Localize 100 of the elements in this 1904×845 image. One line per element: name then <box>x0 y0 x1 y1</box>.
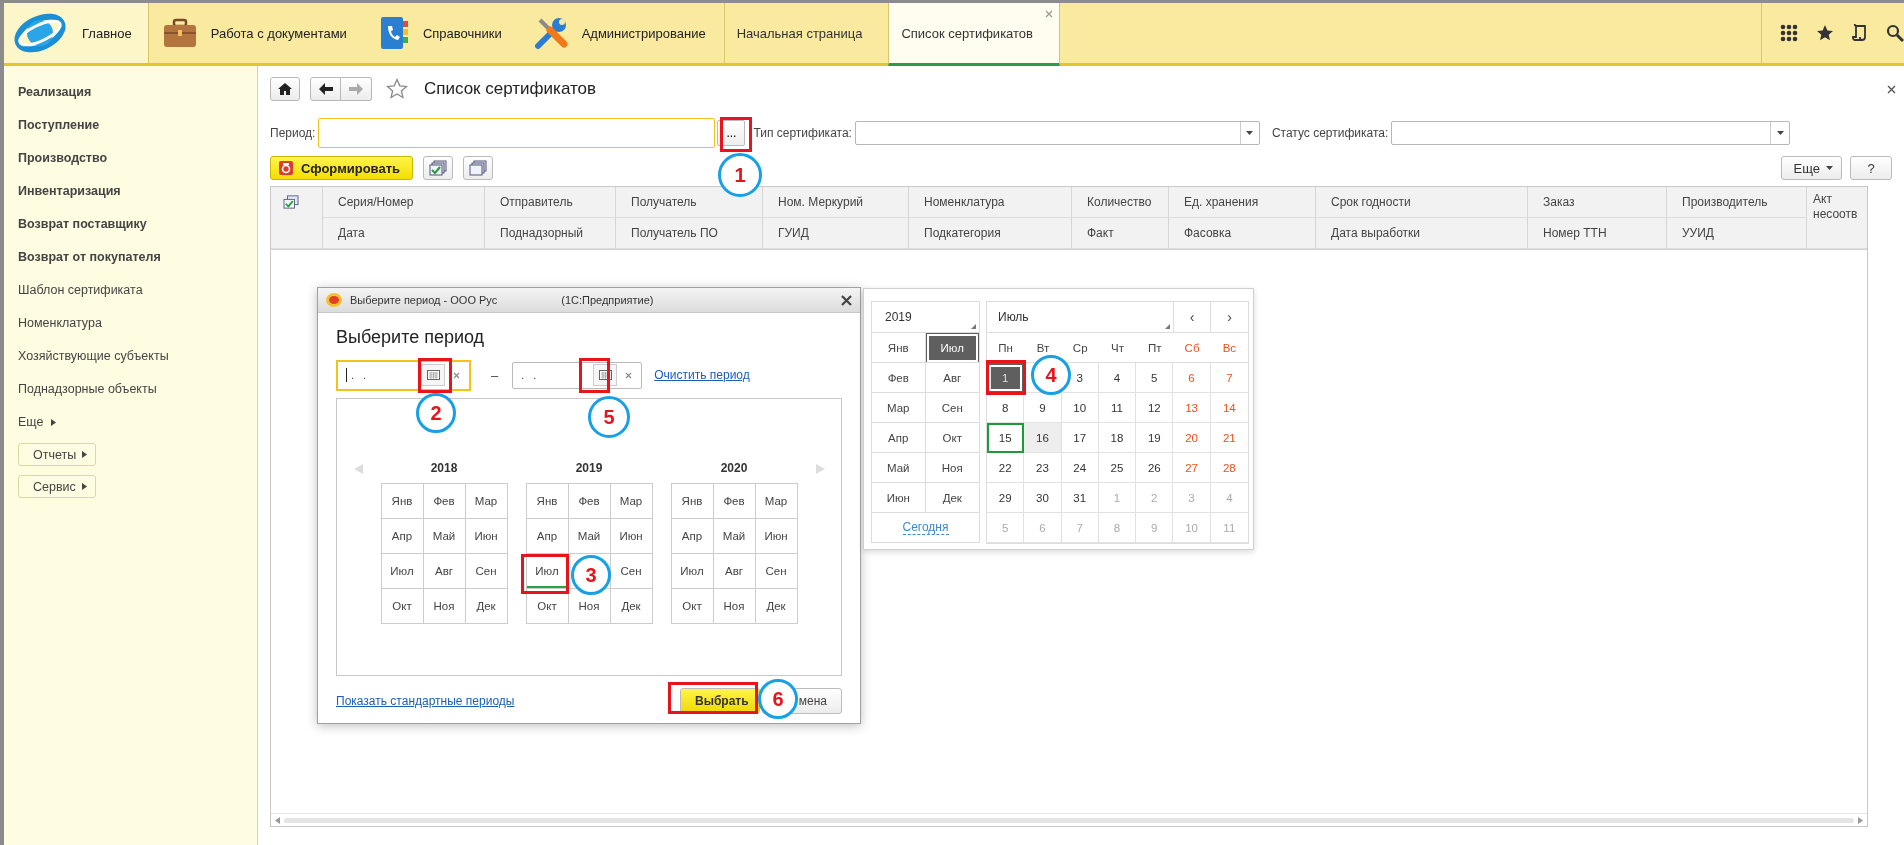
day-cell[interactable]: 16 <box>1024 423 1062 453</box>
month-cell[interactable]: Май <box>568 519 611 554</box>
horizontal-scrollbar[interactable] <box>271 813 1867 826</box>
menu-button[interactable]: Сервис <box>18 475 96 498</box>
period-field[interactable] <box>318 118 716 148</box>
month-cell[interactable]: Ноя <box>925 453 979 483</box>
more-menu[interactable]: Еще <box>18 406 57 439</box>
month-cell[interactable]: Окт <box>381 589 424 624</box>
month-cell[interactable]: Июл <box>925 333 979 363</box>
column-header[interactable]: Производитель <box>1667 187 1807 218</box>
generate-button[interactable]: Сформировать <box>270 156 414 180</box>
sidebar-link[interactable]: Производство <box>18 142 108 175</box>
day-cell[interactable]: 19 <box>1136 423 1174 453</box>
month-cell[interactable]: Июл <box>671 554 714 589</box>
day-cell[interactable]: 18 <box>1098 423 1137 453</box>
day-cell[interactable]: 20 <box>1173 423 1211 453</box>
day-cell[interactable]: 21 <box>1210 423 1248 453</box>
month-cell[interactable]: Июн <box>755 519 798 554</box>
day-cell[interactable]: 31 <box>1061 483 1099 513</box>
column-header[interactable]: Получатель ПО <box>616 218 763 249</box>
column-header[interactable]: Серия/Номер <box>323 187 485 218</box>
day-cell[interactable]: 17 <box>1061 423 1099 453</box>
day-cell[interactable]: 15 <box>987 423 1025 453</box>
sidebar-link[interactable]: Поступление <box>18 109 100 142</box>
deselect-all-button[interactable] <box>463 156 494 180</box>
month-cell[interactable]: Фев <box>713 484 756 519</box>
month-cell[interactable]: Май <box>713 519 756 554</box>
month-cell[interactable]: Апр <box>671 519 714 554</box>
column-header[interactable]: ГУИД <box>763 218 909 249</box>
dropdown-field[interactable] <box>854 121 1260 145</box>
column-header[interactable]: Ед. хранения <box>1169 187 1316 218</box>
column-header[interactable]: Поднадзорный <box>485 218 616 249</box>
search-icon[interactable] <box>1886 24 1904 42</box>
column-header[interactable]: Количество <box>1072 187 1169 218</box>
back-button[interactable] <box>310 77 341 101</box>
section-tab[interactable]: Справочники <box>364 3 520 63</box>
select-period-button[interactable]: ... <box>717 120 746 146</box>
column-header[interactable]: Отправитель <box>485 187 616 218</box>
month-cell[interactable]: Янв <box>671 484 714 519</box>
clear-icon[interactable] <box>625 371 633 379</box>
month-cell[interactable]: Дек <box>755 589 798 624</box>
day-cell[interactable]: 7 <box>1210 363 1248 393</box>
month-cell[interactable]: Ноя <box>423 589 466 624</box>
sidebar-link[interactable]: Инвентаризация <box>18 175 121 208</box>
close-icon[interactable] <box>841 294 852 306</box>
month-cell[interactable]: Июл <box>381 554 424 589</box>
close-icon[interactable] <box>1887 84 1896 94</box>
month-cell[interactable]: Фев <box>423 484 466 519</box>
column-header[interactable]: Ном. Меркурий <box>763 187 909 218</box>
month-cell[interactable]: Янв <box>526 484 569 519</box>
day-cell[interactable]: 11 <box>1098 393 1137 423</box>
dropdown-field[interactable] <box>1391 121 1791 145</box>
month-cell[interactable]: Фев <box>872 363 926 393</box>
apps-grid-icon[interactable] <box>1780 24 1798 42</box>
month-cell[interactable]: Дек <box>610 589 653 624</box>
day-cell[interactable]: 10 <box>1061 393 1099 423</box>
today-link[interactable]: Сегодня <box>902 520 949 535</box>
header-cell[interactable] <box>271 187 323 249</box>
standard-periods-link[interactable]: Показать стандартные периоды <box>336 694 515 708</box>
month-cell[interactable]: Июн <box>872 483 926 513</box>
sidebar-link[interactable]: Возврат поставщику <box>18 208 147 241</box>
scroll-right-icon[interactable] <box>1858 816 1863 824</box>
month-cell[interactable]: Апр <box>381 519 424 554</box>
star-icon[interactable] <box>1816 24 1834 42</box>
month-cell[interactable]: Окт <box>925 423 979 453</box>
page-tab[interactable]: Список сертификатов <box>888 3 1060 66</box>
section-tab[interactable]: Главное <box>4 3 149 63</box>
date-field[interactable]: . . <box>336 359 471 391</box>
sidebar-link[interactable]: Шаблон сертификата <box>18 274 143 307</box>
month-cell[interactable]: Ноя <box>713 589 756 624</box>
month-cell[interactable]: Сен <box>925 393 979 423</box>
column-header[interactable]: Факт <box>1072 218 1169 249</box>
month-cell[interactable]: Дек <box>925 483 979 513</box>
month-cell[interactable]: Сен <box>755 554 798 589</box>
month-cell[interactable]: Май <box>423 519 466 554</box>
month-cell[interactable]: Окт <box>671 589 714 624</box>
day-cell[interactable]: 23 <box>1024 453 1062 483</box>
month-cell[interactable]: Апр <box>526 519 569 554</box>
menu-button[interactable]: Отчеты <box>18 443 97 466</box>
column-header[interactable]: Номер ТТН <box>1528 218 1667 249</box>
column-header[interactable]: УУИД <box>1667 218 1807 249</box>
date-field[interactable]: . . <box>512 361 643 389</box>
day-cell[interactable]: 6 <box>1173 363 1211 393</box>
month-cell[interactable]: Дек <box>465 589 508 624</box>
help-button[interactable]: ? <box>1850 156 1892 180</box>
month-cell[interactable]: Мар <box>465 484 508 519</box>
more-button[interactable]: Еще <box>1780 156 1842 180</box>
month-cell[interactable]: Июн <box>465 519 508 554</box>
select-all-button[interactable] <box>423 156 454 180</box>
day-cell[interactable]: 13 <box>1173 393 1211 423</box>
month-cell[interactable]: Мар <box>610 484 653 519</box>
day-cell[interactable]: 5 <box>1136 363 1174 393</box>
calendar-icon[interactable] <box>426 370 440 380</box>
month-cell[interactable]: Май <box>872 453 926 483</box>
day-cell[interactable]: 30 <box>1024 483 1062 513</box>
column-header[interactable]: Акт несоотв <box>1807 187 1867 249</box>
month-cell[interactable]: Апр <box>872 423 926 453</box>
month-cell[interactable]: Янв <box>872 333 926 363</box>
month-cell[interactable]: Мар <box>755 484 798 519</box>
day-cell[interactable]: 24 <box>1061 453 1099 483</box>
